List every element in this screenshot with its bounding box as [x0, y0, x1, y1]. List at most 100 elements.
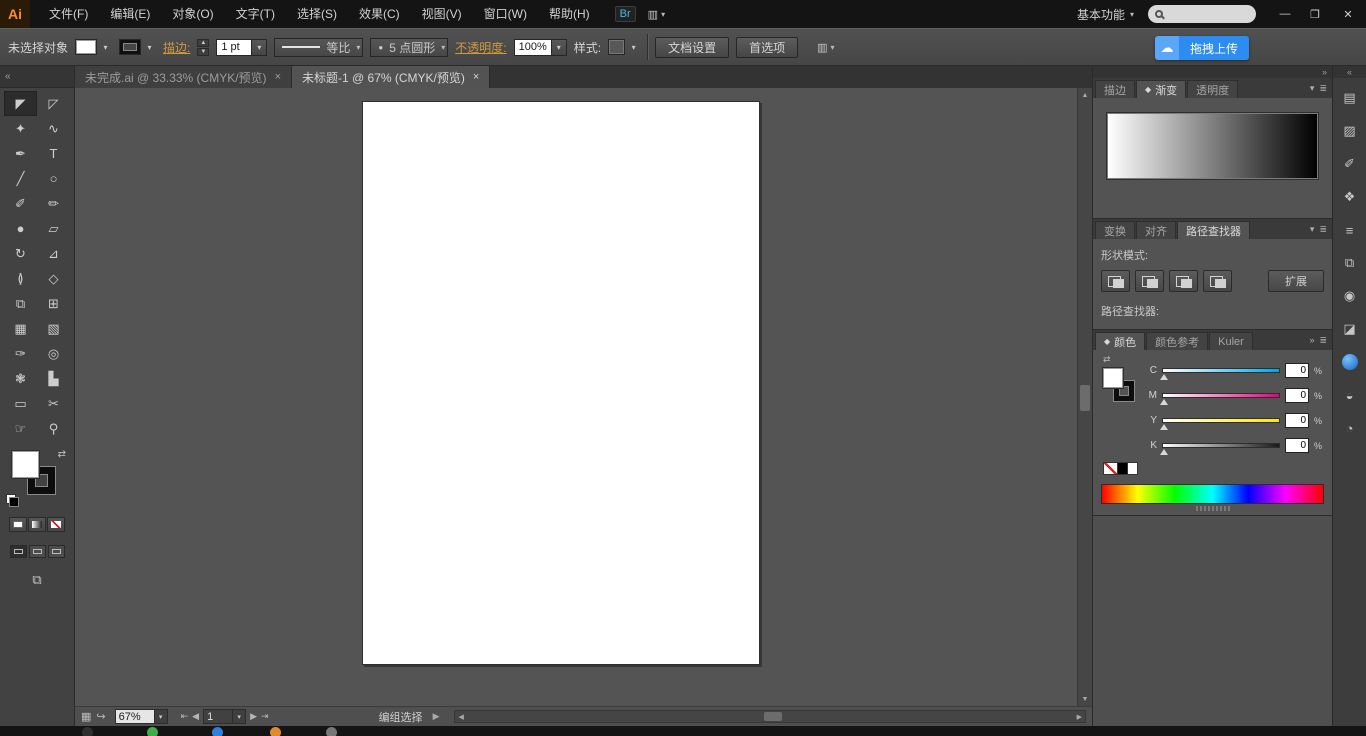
- menu-help[interactable]: 帮助(H): [538, 0, 601, 28]
- black-swatch[interactable]: [1118, 462, 1128, 475]
- preferences-button[interactable]: 首选项: [736, 36, 799, 58]
- gradient-preview[interactable]: [1107, 113, 1318, 179]
- pen-tool[interactable]: ✒: [4, 141, 37, 166]
- horizontal-scrollbar[interactable]: ◀ ▶: [454, 710, 1086, 723]
- collapse-panel-icon[interactable]: «: [5, 71, 11, 82]
- minus-front-button[interactable]: [1135, 270, 1164, 292]
- drag-upload-button[interactable]: ☁ 拖拽上传: [1155, 36, 1250, 60]
- none-swatch[interactable]: [1103, 462, 1118, 475]
- stroke-swatch-control[interactable]: ▾: [119, 39, 156, 55]
- taskbar-icon-2[interactable]: [147, 727, 158, 736]
- chevron-down-icon[interactable]: ▾: [627, 39, 640, 55]
- fill-swatch-control[interactable]: ▾: [75, 39, 112, 55]
- panel-resize-grip[interactable]: [1101, 504, 1324, 513]
- menu-select[interactable]: 选择(S): [286, 0, 348, 28]
- stroke-panel-icon[interactable]: ◒: [1337, 382, 1363, 408]
- direct-selection-tool[interactable]: ◸: [37, 91, 70, 116]
- restore-button[interactable]: ❐: [1300, 0, 1330, 28]
- vertical-scroll-track[interactable]: [1078, 102, 1092, 692]
- menu-type[interactable]: 文字(T): [225, 0, 286, 28]
- stepper-down-icon[interactable]: ▼: [197, 47, 210, 56]
- blend-tool[interactable]: ◎: [37, 341, 70, 366]
- mesh-tool[interactable]: ▦: [4, 316, 37, 341]
- status-grid-icon[interactable]: ▦: [81, 710, 91, 723]
- type-tool[interactable]: T: [37, 141, 70, 166]
- menu-edit[interactable]: 编辑(E): [99, 0, 161, 28]
- brushes-icon[interactable]: ✐: [1337, 151, 1363, 177]
- artboard[interactable]: [362, 101, 760, 665]
- first-artboard-icon[interactable]: ⇤: [181, 711, 189, 722]
- vertical-scroll-thumb[interactable]: [1080, 385, 1090, 412]
- menu-object[interactable]: 对象(O): [161, 0, 224, 28]
- chevron-down-icon[interactable]: ▾: [154, 709, 168, 724]
- menu-file[interactable]: 文件(F): [38, 0, 99, 28]
- scroll-right-icon[interactable]: ▶: [1077, 713, 1082, 721]
- stepper-up-icon[interactable]: ▲: [197, 38, 210, 47]
- taskbar-icon-4[interactable]: [270, 727, 281, 736]
- taskbar-icon-5[interactable]: [326, 727, 337, 736]
- tab-color-guide[interactable]: 颜色参考: [1146, 332, 1209, 350]
- tools-panel-header[interactable]: «: [0, 66, 74, 88]
- cyan-value[interactable]: 0: [1285, 363, 1309, 378]
- swatches-icon[interactable]: ▨: [1337, 118, 1363, 144]
- close-tab-icon[interactable]: ×: [473, 71, 479, 83]
- artboards-icon[interactable]: ⧉: [1337, 250, 1363, 276]
- opacity-panel-link[interactable]: 不透明度:: [455, 39, 506, 56]
- close-button[interactable]: ✕: [1330, 0, 1366, 28]
- blob-brush-tool[interactable]: ●: [4, 216, 37, 241]
- tab-pathfinder[interactable]: 路径查找器: [1177, 221, 1250, 239]
- cyan-slider[interactable]: [1160, 368, 1280, 380]
- zoom-level-value[interactable]: 67%: [114, 709, 155, 724]
- draw-behind-button[interactable]: [28, 545, 46, 558]
- search-box[interactable]: [1148, 5, 1256, 23]
- panel-dock-header[interactable]: »: [1093, 66, 1332, 78]
- workspace-switcher[interactable]: 基本功能 ▾: [1077, 6, 1134, 23]
- chevron-down-icon[interactable]: ▾: [252, 38, 268, 56]
- last-artboard-icon[interactable]: ⇥: [261, 711, 269, 722]
- stroke-weight-value[interactable]: 1 pt: [216, 38, 253, 56]
- status-share-icon[interactable]: ↪: [96, 710, 105, 723]
- draw-normal-button[interactable]: [9, 545, 27, 558]
- symbol-sprayer-tool[interactable]: ❃: [4, 366, 37, 391]
- pencil-tool[interactable]: ✏: [37, 191, 70, 216]
- taskbar-icon-1[interactable]: [82, 727, 93, 736]
- icon-dock-header[interactable]: «: [1333, 66, 1366, 78]
- perspective-grid-tool[interactable]: ⊞: [37, 291, 70, 316]
- white-swatch[interactable]: [1128, 462, 1138, 475]
- arrange-documents-button[interactable]: ▥ ▾: [648, 8, 665, 21]
- eraser-tool[interactable]: ▱: [37, 216, 70, 241]
- stroke-panel-link[interactable]: 描边:: [163, 39, 190, 56]
- column-graph-tool[interactable]: ▙: [37, 366, 70, 391]
- cc-libraries-icon[interactable]: ▤: [1337, 85, 1363, 111]
- stroke-weight-stepper[interactable]: ▲ ▼: [197, 38, 210, 56]
- document-tab-2[interactable]: 未标题-1 @ 67% (CMYK/预览) ×: [292, 66, 491, 88]
- symbols-icon[interactable]: ❖: [1337, 184, 1363, 210]
- layers-icon[interactable]: ≡: [1337, 217, 1363, 243]
- slice-tool[interactable]: ✂: [37, 391, 70, 416]
- info-icon[interactable]: ◔: [1337, 415, 1363, 441]
- swap-fill-stroke-icon[interactable]: ⇄: [1103, 354, 1111, 365]
- opacity-value[interactable]: 100%: [513, 38, 552, 56]
- gradient-button[interactable]: [28, 517, 46, 532]
- menu-effect[interactable]: 效果(C): [348, 0, 411, 28]
- bridge-button[interactable]: Br: [614, 6, 636, 22]
- menu-window[interactable]: 窗口(W): [473, 0, 538, 28]
- draw-inside-button[interactable]: [47, 545, 65, 558]
- paintbrush-tool[interactable]: ✐: [4, 191, 37, 216]
- width-tool[interactable]: ≬: [4, 266, 37, 291]
- document-tab-1[interactable]: 未完成.ai @ 33.33% (CMYK/预览) ×: [75, 66, 292, 88]
- panel-menu-button[interactable]: ▾ ≣: [1307, 219, 1330, 239]
- default-fill-stroke-icon[interactable]: [6, 494, 19, 507]
- appearance-icon[interactable]: ◉: [1337, 283, 1363, 309]
- color-button[interactable]: [9, 517, 27, 532]
- tab-kuler[interactable]: Kuler: [1209, 332, 1253, 350]
- expand-button[interactable]: 扩展: [1268, 270, 1324, 292]
- line-segment-tool[interactable]: ╱: [4, 166, 37, 191]
- color-spectrum-bar[interactable]: [1101, 484, 1324, 504]
- magenta-value[interactable]: 0: [1285, 388, 1309, 403]
- hand-tool[interactable]: ☞: [4, 416, 37, 441]
- exclude-button[interactable]: [1203, 270, 1232, 292]
- black-value[interactable]: 0: [1285, 438, 1309, 453]
- tab-transform[interactable]: 变换: [1095, 221, 1135, 239]
- scroll-down-icon[interactable]: ▼: [1078, 692, 1092, 706]
